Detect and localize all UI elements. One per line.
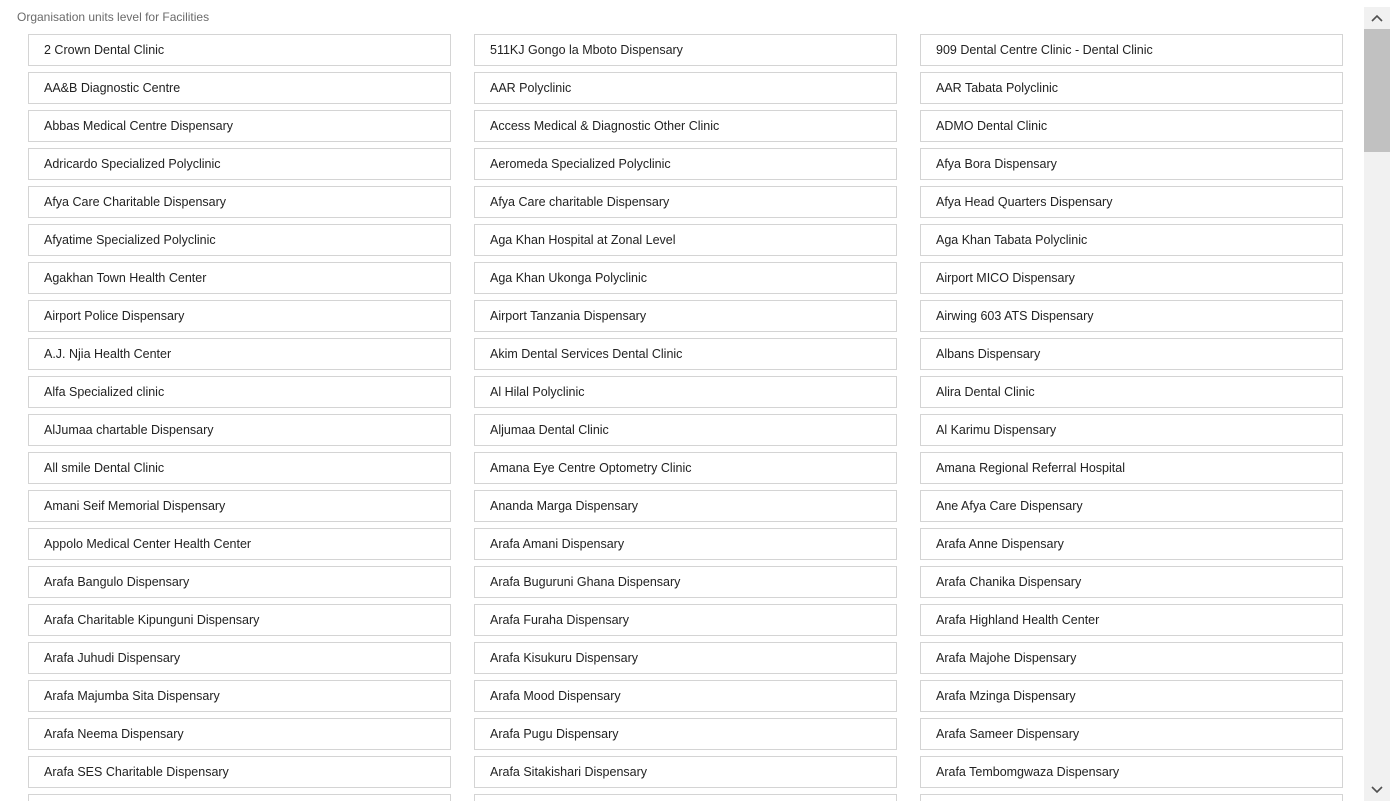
facility-item[interactable]: Al Karimu Dispensary [920,414,1343,446]
vertical-scrollbar[interactable] [1364,7,1390,801]
facility-item[interactable]: ADMO Dental Clinic [920,110,1343,142]
facility-item[interactable]: AAR Polyclinic [474,72,897,104]
facility-item[interactable]: AAR Tabata Polyclinic [920,72,1343,104]
facility-item[interactable]: Aljumaa Dental Clinic [474,414,897,446]
facility-item[interactable]: Alira Dental Clinic [920,376,1343,408]
facility-item[interactable]: 511KJ Gongo la Mboto Dispensary [474,34,897,66]
facility-item[interactable]: Amana Regional Referral Hospital [920,452,1343,484]
facility-item[interactable]: Arafa Majohe Dispensary [920,642,1343,674]
facility-item[interactable]: Airport Police Dispensary [28,300,451,332]
facility-item[interactable]: Albans Dispensary [920,338,1343,370]
facility-item[interactable]: Arafa Bangulo Dispensary [28,566,451,598]
facility-item[interactable]: Amani Seif Memorial Dispensary [28,490,451,522]
scroll-thumb[interactable] [1364,29,1390,152]
chevron-up-icon [1371,14,1383,22]
facility-item[interactable]: Arafa SES Charitable Dispensary [28,756,451,788]
facility-item[interactable]: A.J. Njia Health Center [28,338,451,370]
facility-item[interactable]: Aga Khan Ukonga Polyclinic [474,262,897,294]
facility-item[interactable]: Afya Care charitable Dispensary [474,186,897,218]
facility-item[interactable]: AA&B Diagnostic Centre [28,72,451,104]
facility-item[interactable]: All smile Dental Clinic [28,452,451,484]
facility-item[interactable]: Arafa Mzinga Dispensary [920,680,1343,712]
facility-item[interactable]: Arafa Chanika Dispensary [920,566,1343,598]
facility-item[interactable]: Arafa Pugu Dispensary [474,718,897,750]
facility-item[interactable]: Arafa Furaha Dispensary [474,604,897,636]
facility-item[interactable]: 909 Dental Centre Clinic - Dental Clinic [920,34,1343,66]
facility-item[interactable]: Adricardo Specialized Polyclinic [28,148,451,180]
facility-item[interactable]: Aeromeda Specialized Polyclinic [474,148,897,180]
facility-item[interactable]: Arafa Kisukuru Dispensary [474,642,897,674]
facility-item[interactable] [474,794,897,801]
scroll-down-button[interactable] [1364,779,1390,801]
facility-item[interactable]: Afyatime Specialized Polyclinic [28,224,451,256]
facility-item[interactable]: Arafa Juhudi Dispensary [28,642,451,674]
facility-item[interactable]: Ane Afya Care Dispensary [920,490,1343,522]
facility-item[interactable]: Arafa Neema Dispensary [28,718,451,750]
facility-item[interactable]: Arafa Highland Health Center [920,604,1343,636]
facility-item[interactable]: Amana Eye Centre Optometry Clinic [474,452,897,484]
facility-item[interactable]: Airport Tanzania Dispensary [474,300,897,332]
facility-item[interactable]: Al Hilal Polyclinic [474,376,897,408]
facility-item[interactable]: Airwing 603 ATS Dispensary [920,300,1343,332]
facility-item[interactable]: Abbas Medical Centre Dispensary [28,110,451,142]
facility-item[interactable]: Afya Care Charitable Dispensary [28,186,451,218]
facility-item[interactable]: Ananda Marga Dispensary [474,490,897,522]
facility-item[interactable]: Arafa Sameer Dispensary [920,718,1343,750]
facility-item[interactable]: Arafa Mood Dispensary [474,680,897,712]
section-title: Organisation units level for Facilities [17,10,210,24]
facility-item[interactable]: Access Medical & Diagnostic Other Clinic [474,110,897,142]
facility-item[interactable]: Akim Dental Services Dental Clinic [474,338,897,370]
facility-item[interactable]: Arafa Amani Dispensary [474,528,897,560]
facility-item[interactable]: Afya Head Quarters Dispensary [920,186,1343,218]
chevron-down-icon [1371,786,1383,794]
facility-item[interactable]: Arafa Tembomgwaza Dispensary [920,756,1343,788]
facility-item[interactable]: Airport MICO Dispensary [920,262,1343,294]
facility-item[interactable]: Arafa Buguruni Ghana Dispensary [474,566,897,598]
facility-item[interactable]: Agakhan Town Health Center [28,262,451,294]
facility-item[interactable]: Arafa Anne Dispensary [920,528,1343,560]
org-units-page: Organisation units level for Facilities … [0,0,1392,801]
facility-item[interactable] [920,794,1343,801]
facility-item[interactable] [28,794,451,801]
scroll-up-button[interactable] [1364,7,1390,29]
facility-item[interactable]: AlJumaa chartable Dispensary [28,414,451,446]
facility-item[interactable]: Afya Bora Dispensary [920,148,1343,180]
facility-item[interactable]: 2 Crown Dental Clinic [28,34,451,66]
facility-item[interactable]: Arafa Charitable Kipunguni Dispensary [28,604,451,636]
facility-item[interactable]: Aga Khan Hospital at Zonal Level [474,224,897,256]
facility-item[interactable]: Arafa Sitakishari Dispensary [474,756,897,788]
facility-item[interactable]: Alfa Specialized clinic [28,376,451,408]
facility-item[interactable]: Appolo Medical Center Health Center [28,528,451,560]
facility-item[interactable]: Arafa Majumba Sita Dispensary [28,680,451,712]
facility-item[interactable]: Aga Khan Tabata Polyclinic [920,224,1343,256]
facility-grid: 2 Crown Dental Clinic 511KJ Gongo la Mbot… [28,34,1343,801]
